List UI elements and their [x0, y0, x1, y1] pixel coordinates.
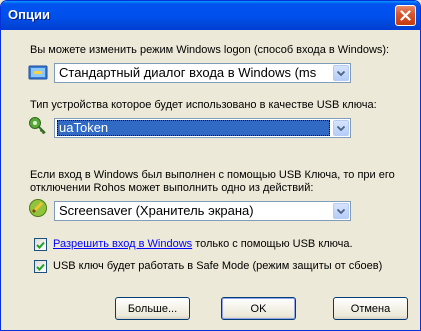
title-bar[interactable]: Опции	[1, 1, 420, 30]
allow-login-text: Разрешить вход в Windows только с помощь…	[53, 238, 353, 250]
close-button[interactable]	[395, 5, 416, 26]
ok-button[interactable]: OK	[221, 297, 296, 320]
chevron-down-icon	[337, 125, 345, 131]
removal-action-value: Screensaver (Хранитель экрана)	[59, 203, 254, 218]
logon-screen-icon	[28, 65, 48, 80]
dialog-body: Вы можете изменить режим Windows logon (…	[4, 30, 417, 327]
safe-mode-checkbox[interactable]	[34, 260, 47, 273]
more-button[interactable]: Больше...	[115, 297, 190, 320]
logon-mode-dropdown-button[interactable]	[333, 65, 349, 81]
close-icon	[400, 10, 411, 21]
removal-action-label-line1: Если вход в Windows был выполнен с помощ…	[30, 169, 395, 181]
removal-action-select[interactable]: Screensaver (Хранитель экрана)	[54, 201, 351, 221]
device-type-label: Тип устройства которое будет использован…	[30, 99, 377, 111]
logon-mode-value: Стандартный диалог входа в Windows (ms	[59, 65, 317, 80]
options-dialog: Опции Вы можете изменить режим Windows l…	[0, 0, 421, 331]
window-title: Опции	[8, 7, 50, 22]
allow-login-link[interactable]: Разрешить вход в Windows	[53, 238, 192, 250]
allow-login-checkbox[interactable]	[34, 238, 47, 251]
logon-mode-label: Вы можете изменить режим Windows logon (…	[30, 44, 390, 56]
device-type-select[interactable]: uaToken	[54, 118, 351, 138]
screensaver-icon	[29, 199, 47, 217]
usb-key-icon	[29, 117, 46, 135]
device-type-value: uaToken	[57, 120, 330, 136]
chevron-down-icon	[337, 70, 345, 76]
removal-action-dropdown-button[interactable]	[333, 203, 349, 219]
device-type-dropdown-button[interactable]	[333, 120, 349, 136]
removal-action-label-line2: отключении Rohos может выполнить одно из…	[30, 182, 314, 194]
chevron-down-icon	[337, 208, 345, 214]
safe-mode-label: USB ключ будет работать в Safe Mode (реж…	[53, 260, 383, 272]
checkmark-icon	[36, 241, 45, 249]
logon-mode-select[interactable]: Стандартный диалог входа в Windows (ms	[54, 63, 351, 83]
allow-login-suffix: только с помощью USB ключа.	[192, 238, 353, 250]
cancel-button[interactable]: Отмена	[333, 297, 408, 320]
checkmark-icon	[36, 263, 45, 271]
